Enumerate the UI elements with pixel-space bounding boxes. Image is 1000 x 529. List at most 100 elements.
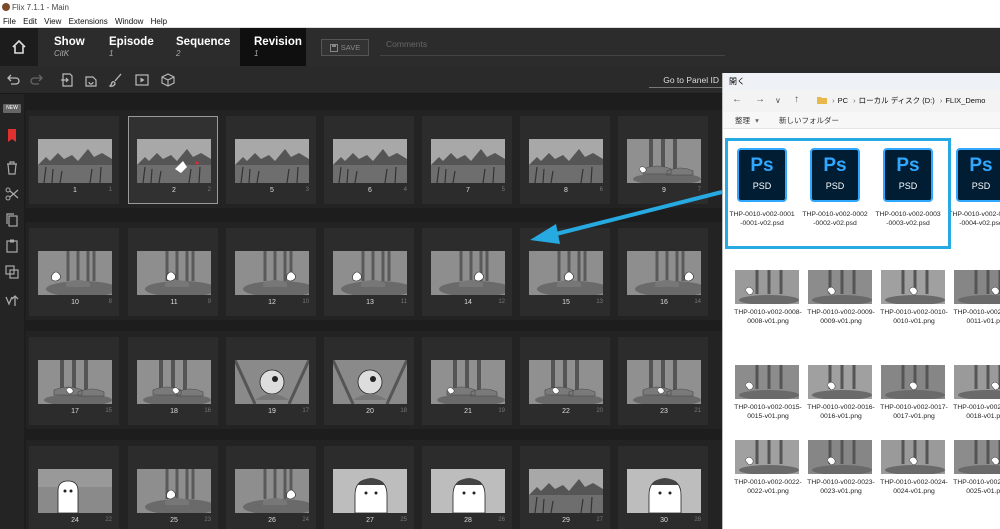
scissors-icon[interactable]: [4, 186, 20, 202]
up-arrow-icon[interactable]: ↑: [794, 94, 799, 105]
storyboard-panel[interactable]: 23 21: [618, 337, 708, 425]
storyboard-panel[interactable]: 29 27: [520, 446, 610, 529]
save-button[interactable]: SAVE: [321, 39, 369, 56]
menu-view[interactable]: View: [44, 17, 61, 26]
storyboard-sketch: [529, 251, 603, 295]
storyboard-sketch: [333, 139, 407, 183]
png-file-item[interactable]: THP-0010-v002-0016-0016-v01.png: [806, 365, 876, 445]
storyboard-panel[interactable]: 24 22: [29, 446, 119, 529]
png-file-item[interactable]: THP-0010-v002-0017-0017-v01.png: [879, 365, 949, 445]
address-bar[interactable]: › PC › ローカル ディスク (D:) › FLIX_Demo: [817, 94, 985, 108]
png-file-item[interactable]: THP-0010-v002-0011-0011-v01.png: [952, 270, 1000, 350]
png-file-item[interactable]: THP-0010-v002-0018-0018-v01.png: [952, 365, 1000, 445]
version-up-icon[interactable]: [4, 292, 20, 308]
brush-icon[interactable]: [108, 72, 124, 88]
png-file-item[interactable]: THP-0010-v002-0009-0009-v01.png: [806, 270, 876, 350]
panel-index: 20: [596, 408, 603, 414]
storyboard-panel[interactable]: 53: [226, 116, 316, 204]
storyboard-panel[interactable]: 75: [422, 116, 512, 204]
comments-input[interactable]: Comments: [380, 38, 725, 56]
replace-icon[interactable]: [83, 72, 99, 88]
panel-number: 5: [270, 187, 274, 194]
storyboard-panel[interactable]: 20 18: [324, 337, 414, 425]
storyboard-panel[interactable]: 64: [324, 116, 414, 204]
png-file-item[interactable]: THP-0010-v002-0024-0024-v01.png: [879, 440, 949, 520]
png-file-item[interactable]: THP-0010-v002-0023-0023-v01.png: [806, 440, 876, 520]
menu-file[interactable]: File: [3, 17, 16, 26]
storyboard-sketch: [431, 469, 505, 513]
storyboard-sketch: [38, 251, 112, 295]
storyboard-panel[interactable]: 11 9: [128, 228, 218, 316]
forward-arrow-icon[interactable]: →: [755, 94, 765, 105]
paste-icon[interactable]: [4, 238, 20, 254]
panel-thumbnail: [235, 139, 309, 183]
show-selector[interactable]: Show CitK: [40, 28, 100, 66]
trash-icon[interactable]: [4, 160, 20, 176]
storyboard-panel[interactable]: 86: [520, 116, 610, 204]
storyboard-sketch: [431, 251, 505, 295]
bookmark-icon[interactable]: [4, 128, 20, 144]
menu-edit[interactable]: Edit: [23, 17, 37, 26]
new-panel-tag[interactable]: NEW: [3, 104, 21, 113]
png-file-item[interactable]: THP-0010-v002-0010-0010-v01.png: [879, 270, 949, 350]
storyboard-panel[interactable]: 19 17: [226, 337, 316, 425]
storyboard-panel[interactable]: 14 12: [422, 228, 512, 316]
storyboard-sketch: [38, 360, 112, 404]
storyboard-panel[interactable]: 11: [29, 116, 119, 204]
storyboard-panel[interactable]: 27 25: [324, 446, 414, 529]
copy-icon[interactable]: [4, 212, 20, 228]
photoshop-file-icon: Ps PSD: [956, 148, 1000, 202]
path-folder[interactable]: FLIX_Demo: [945, 96, 985, 105]
import-icon[interactable]: [59, 72, 75, 88]
storyboard-panel[interactable]: 13 11: [324, 228, 414, 316]
storyboard-panel[interactable]: 26 24: [226, 446, 316, 529]
back-arrow-icon[interactable]: ←: [732, 94, 742, 105]
storyboard-panel[interactable]: 28 26: [422, 446, 512, 529]
menu-window[interactable]: Window: [115, 17, 143, 26]
menu-help[interactable]: Help: [151, 17, 167, 26]
png-file-item[interactable]: THP-0010-v002-0015-0015-v01.png: [733, 365, 803, 445]
home-button[interactable]: [0, 28, 38, 66]
storyboard-panel[interactable]: 22: [128, 116, 218, 204]
revision-selector[interactable]: Revision 1: [240, 28, 306, 66]
png-file-item[interactable]: THP-0010-v002-0022-0022-v01.png: [733, 440, 803, 520]
panel-thumbnail: [333, 360, 407, 404]
undo-icon[interactable]: [5, 72, 21, 88]
storyboard-panel[interactable]: 17 15: [29, 337, 119, 425]
goto-panel-input[interactable]: Go to Panel ID: [649, 72, 723, 88]
path-pc[interactable]: PC: [838, 96, 848, 105]
storyboard-panel[interactable]: 15 13: [520, 228, 610, 316]
storyboard-panel[interactable]: 30 28: [618, 446, 708, 529]
storyboard-panel[interactable]: 21 19: [422, 337, 512, 425]
storyboard-sketch: [137, 469, 211, 513]
png-thumbnail: [808, 365, 872, 399]
storyboard-panel[interactable]: 12 10: [226, 228, 316, 316]
png-file-item[interactable]: THP-0010-v002-0008-0008-v01.png: [733, 270, 803, 350]
menu-extensions[interactable]: Extensions: [69, 17, 108, 26]
storyboard-panel[interactable]: 25 23: [128, 446, 218, 529]
flix-app-window: Flix 7.1.1 - Main File Edit View Extensi…: [0, 0, 1000, 529]
path-drive[interactable]: ローカル ディスク (D:): [859, 96, 935, 105]
storyboard-panel[interactable]: 10 8: [29, 228, 119, 316]
chevron-down-icon[interactable]: ∨: [775, 96, 781, 105]
storyboard-sketch: [431, 360, 505, 404]
storyboard-panel[interactable]: 97: [618, 116, 708, 204]
sequence-selector[interactable]: Sequence 2: [162, 28, 242, 66]
ps-badge: Ps: [969, 155, 993, 176]
panel-thumbnail: [38, 469, 112, 513]
psd-file-item[interactable]: Ps PSD THP-0010-v002-0004-0004-v02.psd: [948, 142, 1000, 252]
play-icon[interactable]: [134, 72, 150, 88]
cube-icon[interactable]: [160, 72, 176, 88]
panel-actions-sidebar: NEW: [0, 94, 24, 529]
storyboard-panel[interactable]: 18 16: [128, 337, 218, 425]
new-folder-button[interactable]: 新しいフォルダー: [779, 116, 839, 125]
storyboard-panel[interactable]: 16 14: [618, 228, 708, 316]
psd-selection-highlight: [725, 138, 951, 249]
redo-icon[interactable]: [29, 72, 45, 88]
png-file-item[interactable]: THP-0010-v002-0025-0025-v01.png: [952, 440, 1000, 520]
panel-index: 27: [596, 517, 603, 523]
file-name: THP-0010-v002-0018-0018-v01.png: [953, 404, 1000, 420]
organize-button[interactable]: 整理: [735, 116, 750, 125]
storyboard-panel[interactable]: 22 20: [520, 337, 610, 425]
duplicate-icon[interactable]: [4, 264, 20, 280]
